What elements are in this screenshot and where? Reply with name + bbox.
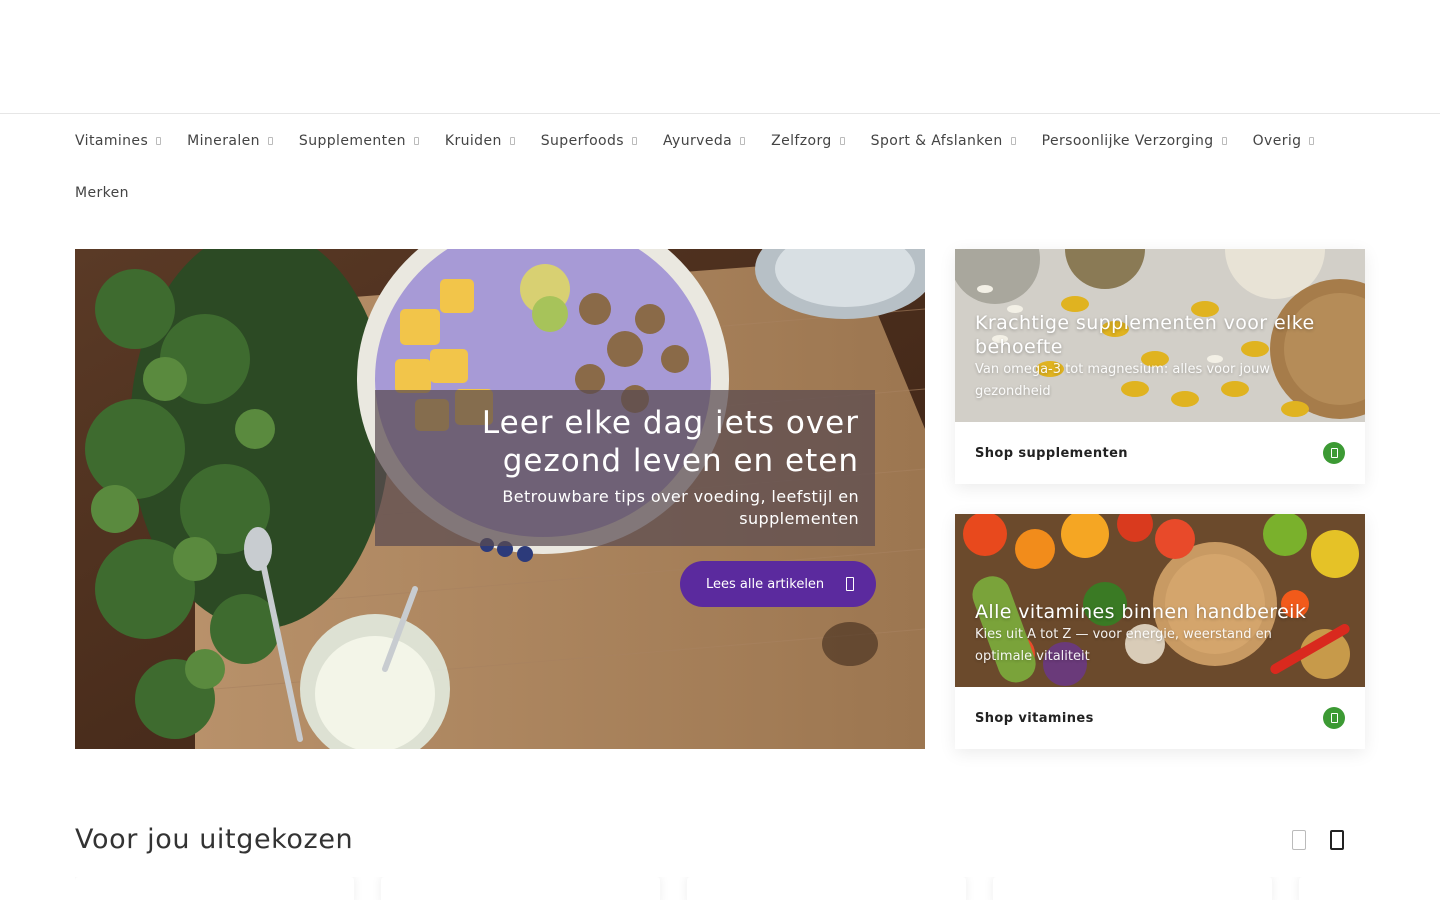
promo-card-image: Krachtige supplementen voor elke behoeft… (955, 249, 1365, 422)
nav-item-sport-afslanken[interactable]: Sport & Afslanken (871, 133, 1016, 149)
nav-item-label: Supplementen (298, 133, 406, 149)
chevron-down-icon (267, 137, 273, 145)
chevron-down-icon (1010, 137, 1016, 145)
promo-card-supplementen[interactable]: Krachtige supplementen voor elke behoeft… (955, 249, 1365, 484)
nav-item-label: Zelfzorg (771, 133, 832, 149)
chevron-down-icon (509, 137, 515, 145)
promo-card-footer[interactable]: Shop vitamines (955, 687, 1365, 749)
promo-card-image: Alle vitamines binnen handbereik Kies ui… (955, 514, 1365, 687)
nav-item-label: Merken (75, 185, 129, 201)
nav-item-mineralen[interactable]: Mineralen (187, 133, 273, 149)
carousel-controls (1292, 830, 1344, 850)
product-card[interactable] (687, 877, 966, 900)
promo-card-footer[interactable]: Shop supplementen (955, 422, 1365, 484)
chevron-down-icon (740, 137, 746, 145)
product-card[interactable] (75, 877, 354, 900)
nav-item-label: Mineralen (187, 133, 260, 149)
shop-supplementen-link[interactable]: Shop supplementen (975, 446, 1128, 461)
nav-item-persoonlijke-verzorging[interactable]: Persoonlijke Verzorging (1042, 133, 1227, 149)
chevron-down-icon (1309, 137, 1315, 145)
promo-card-subtitle: Kies uit A tot Z — voor energie, weersta… (975, 627, 1272, 664)
chevron-down-icon (1221, 137, 1227, 145)
nav-row-primary: Vitamines Mineralen Supplementen Kruiden… (75, 115, 1375, 167)
chevron-down-icon (632, 137, 637, 145)
shop-vitamines-link[interactable]: Shop vitamines (975, 711, 1094, 726)
nav-item-label: Persoonlijke Verzorging (1041, 133, 1214, 149)
promo-card-text: Krachtige supplementen voor elke behoeft… (975, 311, 1325, 403)
chevron-left-icon[interactable] (1292, 830, 1306, 850)
product-card[interactable] (993, 877, 1272, 900)
product-card[interactable] (381, 877, 660, 900)
arrow-right-circle-icon[interactable] (1323, 707, 1345, 729)
nav-row-secondary: Merken (75, 167, 1375, 219)
product-card[interactable] (1299, 877, 1365, 900)
nav-item-label: Overig (1252, 133, 1302, 149)
hero-title-line-2: gezond leven en eten (502, 443, 859, 479)
chevron-down-icon (839, 137, 845, 145)
nav-item-overig[interactable]: Overig (1253, 133, 1315, 149)
hero-title: Leer elke dag iets over gezond leven en … (391, 404, 859, 480)
hero-title-line-1: Leer elke dag iets over (481, 405, 859, 441)
section-title: Voor jou uitgekozen (75, 824, 354, 855)
nav-item-label: Vitamines (75, 133, 149, 149)
promo-card-title: Krachtige supplementen voor elke behoeft… (975, 312, 1315, 358)
read-all-articles-button[interactable]: Lees alle artikelen (680, 561, 876, 607)
hero-banner[interactable]: Leer elke dag iets over gezond leven en … (75, 249, 925, 749)
nav-item-label: Sport & Afslanken (870, 133, 1003, 149)
nav-item-vitamines[interactable]: Vitamines (75, 133, 162, 149)
main-navigation: Vitamines Mineralen Supplementen Kruiden… (75, 115, 1375, 219)
nav-item-superfoods[interactable]: Superfoods (541, 133, 637, 149)
chevron-down-icon (413, 137, 419, 145)
nav-item-supplementen[interactable]: Supplementen (299, 133, 419, 149)
chevron-down-icon (156, 137, 162, 145)
nav-item-zelfzorg[interactable]: Zelfzorg (771, 133, 845, 149)
hero-subtitle: Betrouwbare tips over voeding, leefstijl… (502, 487, 859, 528)
arrow-right-icon (846, 577, 854, 591)
promo-card-title: Alle vitamines binnen handbereik (975, 601, 1307, 623)
arrow-right-circle-icon[interactable] (1323, 442, 1345, 464)
nav-item-label: Ayurveda (663, 133, 733, 149)
product-carousel (75, 877, 1365, 900)
nav-item-merken[interactable]: Merken (75, 185, 129, 201)
read-all-articles-label: Lees alle artikelen (706, 576, 825, 592)
header-bar (0, 0, 1440, 114)
nav-item-ayurveda[interactable]: Ayurveda (663, 133, 746, 149)
promo-card-subtitle: Van omega-3 tot magnesium: alles voor jo… (975, 362, 1270, 399)
hero-overlay-panel: Leer elke dag iets over gezond leven en … (375, 390, 875, 546)
promo-card-text: Alle vitamines binnen handbereik Kies ui… (975, 600, 1325, 668)
promo-card-vitamines[interactable]: Alle vitamines binnen handbereik Kies ui… (955, 514, 1365, 749)
chevron-right-icon[interactable] (1330, 830, 1344, 850)
nav-item-kruiden[interactable]: Kruiden (445, 133, 515, 149)
nav-item-label: Superfoods (540, 133, 624, 149)
nav-item-label: Kruiden (444, 133, 502, 149)
